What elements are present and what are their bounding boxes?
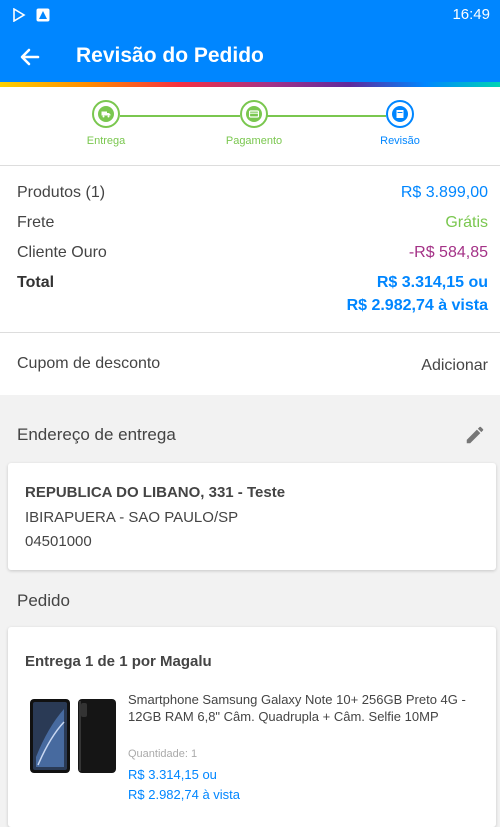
product-price: R$ 3.314,15 ou bbox=[128, 767, 217, 782]
pencil-edit-icon[interactable] bbox=[464, 424, 486, 446]
status-bar: 16:49 bbox=[0, 0, 500, 30]
credit-card-icon bbox=[246, 106, 262, 122]
address-street: REPUBLICA DO LIBANO, 331 - Teste bbox=[25, 484, 286, 501]
products-value: R$ 3.899,00 bbox=[400, 184, 488, 201]
total-value: R$ 3.314,15 ou bbox=[376, 274, 488, 291]
checkout-stepper: Entrega Pagamento Revisão bbox=[0, 87, 500, 166]
coupon-row[interactable]: Cupom de desconto Adicionar bbox=[0, 333, 500, 395]
review-document-icon bbox=[392, 106, 408, 122]
app-bar: Revisão do Pedido bbox=[0, 30, 500, 82]
status-time: 16:49 bbox=[452, 6, 490, 23]
order-card: Entrega 1 de 1 por Magalu Smartphone Sam… bbox=[8, 627, 496, 827]
step-label-payment: Pagamento bbox=[225, 135, 283, 147]
step-delivery[interactable] bbox=[92, 100, 120, 128]
add-coupon-button[interactable]: Adicionar bbox=[421, 357, 488, 375]
address-zip: 04501000 bbox=[25, 533, 92, 550]
back-arrow-icon[interactable] bbox=[16, 43, 44, 71]
delivery-title: Entrega 1 de 1 por Magalu bbox=[25, 653, 212, 670]
page-title: Revisão do Pedido bbox=[76, 44, 264, 67]
total-label: Total bbox=[17, 274, 55, 291]
product-name[interactable]: Smartphone Samsung Galaxy Note 10+ 256GB… bbox=[128, 691, 483, 725]
step-label-delivery: Entrega bbox=[86, 135, 126, 147]
truck-icon bbox=[98, 106, 114, 122]
phone-product-image[interactable] bbox=[28, 697, 118, 777]
product-cash-price: R$ 2.982,74 à vista bbox=[128, 787, 241, 802]
play-store-icon bbox=[13, 8, 26, 22]
shipping-value: Grátis bbox=[445, 214, 488, 231]
app-notification-icon bbox=[36, 8, 50, 22]
gold-client-label: Cliente Ouro bbox=[17, 244, 107, 261]
step-connector bbox=[266, 115, 386, 117]
order-summary: Produtos (1) R$ 3.899,00 Frete Grátis Cl… bbox=[0, 166, 500, 333]
coupon-label: Cupom de desconto bbox=[17, 355, 161, 372]
gold-client-discount: -R$ 584,85 bbox=[408, 244, 488, 261]
step-payment[interactable] bbox=[240, 100, 268, 128]
total-cash-value: R$ 2.982,74 à vista bbox=[346, 297, 488, 314]
step-review[interactable] bbox=[386, 100, 414, 128]
address-section-title: Endereço de entrega bbox=[17, 425, 176, 444]
shipping-label: Frete bbox=[17, 214, 55, 231]
step-label-review: Revisão bbox=[380, 135, 420, 147]
products-label: Produtos (1) bbox=[17, 184, 106, 201]
step-connector bbox=[120, 115, 240, 117]
address-card: REPUBLICA DO LIBANO, 331 - Teste IBIRAPU… bbox=[8, 463, 496, 570]
order-section-title: Pedido bbox=[17, 591, 70, 610]
address-district-city: IBIRAPUERA - SAO PAULO/SP bbox=[25, 509, 239, 526]
product-quantity: Quantidade: 1 bbox=[128, 748, 198, 760]
